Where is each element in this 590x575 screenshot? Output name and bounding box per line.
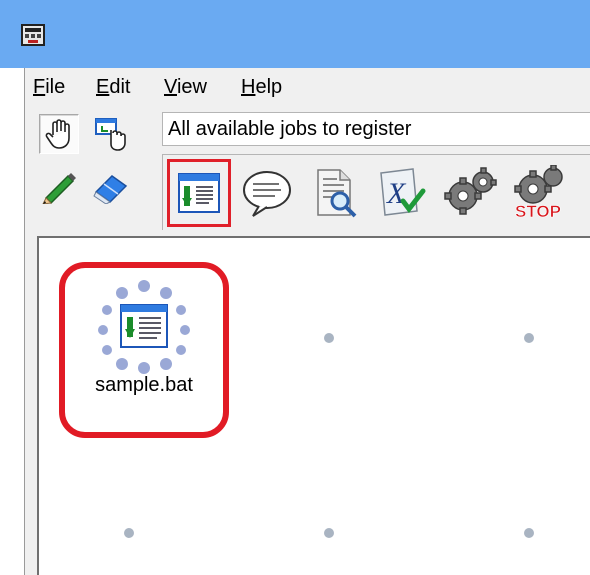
jobs-category-label: All available jobs to register [162,112,590,146]
gear-icon [444,167,497,215]
stop-text: STOP [515,202,561,221]
job-palette: X STOP [162,154,590,230]
grid-dot [124,528,134,538]
hand-tool-button[interactable] [39,114,79,154]
menu-help[interactable]: Help [241,76,282,99]
palette-start-button[interactable] [439,159,503,227]
grid-dot [524,528,534,538]
menu-bar: File Edit View Help [25,68,590,102]
job-node-label: sample.bat [95,374,193,396]
app-icon[interactable] [20,22,46,48]
job-canvas[interactable]: sample.bat [37,236,590,575]
title-bar [0,0,590,68]
document-search-icon [317,169,357,218]
palette-file-watch-button[interactable] [303,159,367,227]
menu-file-label: ile [45,76,66,98]
grid-dot [524,333,534,343]
menu-view[interactable]: View [164,76,207,99]
job-node-icon [98,280,190,374]
menu-edit-mnemonic: E [96,76,110,98]
menu-help-mnemonic: H [241,76,256,98]
menu-edit-label: dit [109,76,131,98]
menu-view-label: iew [176,76,207,98]
pointer-tool-icon [95,118,126,151]
palette-message-button[interactable] [235,159,299,227]
pencil-tool-button[interactable] [39,166,79,206]
main-window: File Edit View Help All available jobs t… [24,68,590,575]
grid-dot [324,333,334,343]
pointer-tool-button[interactable] [91,114,131,154]
variable-check-icon: X [380,168,426,216]
palette-job-button[interactable] [167,159,231,227]
grid-dot [324,528,334,538]
palette-stop-button[interactable]: STOP [507,159,571,227]
gear-stop-icon: STOP [514,165,563,221]
pencil-tool-icon [42,173,76,204]
menu-edit[interactable]: Edit [96,76,130,99]
menu-file-mnemonic: F [33,76,46,98]
eraser-tool-button[interactable] [91,166,131,206]
job-node-sample-bat[interactable]: sample.bat [59,262,229,438]
menu-help-label: elp [255,76,283,98]
hand-tool-icon [45,119,70,149]
job-window-icon [178,173,220,213]
palette-variable-button[interactable]: X [371,159,435,227]
menu-file[interactable]: File [33,76,65,99]
menu-view-mnemonic: V [164,76,177,98]
speech-bubble-icon [243,171,291,217]
eraser-tool-icon [93,175,128,204]
